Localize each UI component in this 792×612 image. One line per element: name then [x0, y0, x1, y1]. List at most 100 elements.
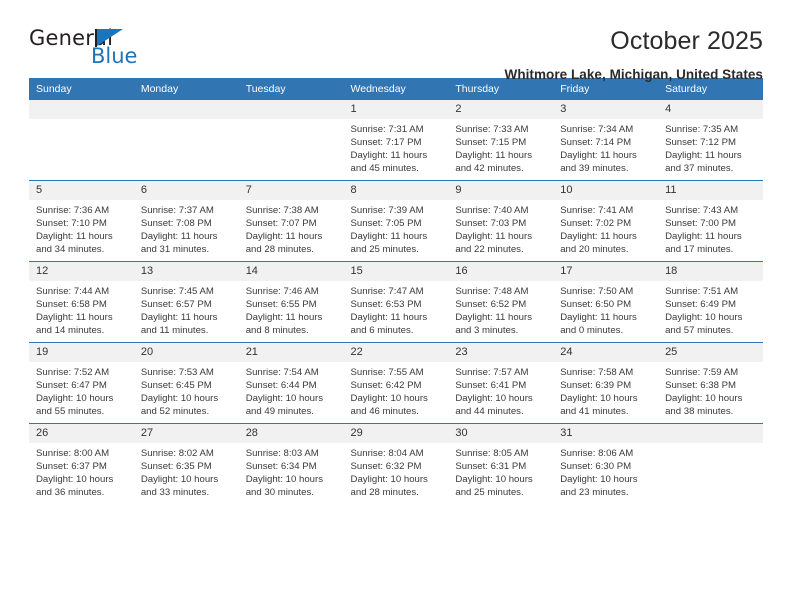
- day-number: 18: [658, 262, 763, 281]
- calendar-day-cell[interactable]: 24 Sunrise: 7:58 AM Sunset: 6:39 PM Dayligh…: [553, 342, 659, 424]
- day-details: Sunrise: 7:41 AM Sunset: 7:02 PM Daylight:…: [553, 200, 658, 256]
- sunrise-time: Sunrise: 8:04 AM: [350, 448, 424, 459]
- calendar-day-cell[interactable]: 18 Sunrise: 7:51 AM Sunset: 6:49 PM Dayligh…: [658, 261, 763, 343]
- calendar-day-cell[interactable]: 27 Sunrise: 8:02 AM Sunset: 6:35 PM Dayligh…: [133, 423, 239, 504]
- calendar-day-cell[interactable]: 22 Sunrise: 7:55 AM Sunset: 6:42 PM Dayligh…: [343, 342, 449, 424]
- sunset-time: Sunset: 6:53 PM: [350, 299, 422, 311]
- calendar-day-cell[interactable]: 14 Sunrise: 7:46 AM Sunset: 6:55 PM Dayligh…: [238, 261, 344, 343]
- calendar-day-cell[interactable]: 7 Sunrise: 7:38 AM Sunset: 7:07 PM Daylight…: [238, 180, 344, 262]
- sunrise-time: Sunrise: 7:47 AM: [350, 286, 424, 297]
- calendar-day-cell[interactable]: 6 Sunrise: 7:37 AM Sunset: 7:08 PM Daylight…: [133, 180, 239, 262]
- day-number: 19: [29, 343, 134, 362]
- day-number: 2: [448, 100, 554, 119]
- daylight-duration-line1: Daylight: 10 hours: [560, 393, 638, 405]
- day-number: 12: [29, 262, 134, 281]
- daylight-duration-line1: Daylight: 11 hours: [455, 312, 532, 324]
- day-number: [133, 100, 239, 119]
- sunrise-time: Sunrise: 7:59 AM: [665, 367, 739, 378]
- day-number: 21: [238, 343, 344, 362]
- day-details: Sunrise: 7:47 AM Sunset: 6:53 PM Daylight:…: [344, 281, 449, 337]
- calendar-body: 1 Sunrise: 7:31 AM Sunset: 7:17 PM Daylight…: [29, 100, 763, 504]
- day-details: Sunrise: 8:04 AM Sunset: 6:32 PM Daylight:…: [344, 443, 449, 499]
- day-number: 9: [448, 181, 554, 200]
- day-number: 20: [133, 343, 239, 362]
- calendar-day-cell[interactable]: 11 Sunrise: 7:43 AM Sunset: 7:00 PM Dayligh…: [658, 180, 763, 262]
- sunrise-time: Sunrise: 7:37 AM: [140, 205, 214, 216]
- calendar-day-cell[interactable]: 20 Sunrise: 7:53 AM Sunset: 6:45 PM Dayligh…: [133, 342, 239, 424]
- day-details: Sunrise: 7:53 AM Sunset: 6:45 PM Daylight:…: [134, 362, 239, 418]
- daylight-duration-line1: Daylight: 10 hours: [665, 393, 743, 405]
- daylight-duration-line1: Daylight: 10 hours: [350, 474, 428, 486]
- day-details: Sunrise: 7:48 AM Sunset: 6:52 PM Daylight:…: [448, 281, 553, 337]
- daylight-duration-line1: Daylight: 11 hours: [665, 150, 742, 162]
- daylight-duration-line1: Daylight: 11 hours: [140, 312, 218, 324]
- day-number: 11: [658, 181, 763, 200]
- calendar-day-cell[interactable]: 13 Sunrise: 7:45 AM Sunset: 6:57 PM Dayligh…: [133, 261, 239, 343]
- calendar-day-cell[interactable]: 16 Sunrise: 7:48 AM Sunset: 6:52 PM Dayligh…: [448, 261, 554, 343]
- daylight-duration-line2: and 25 minutes.: [350, 244, 419, 256]
- day-number: 15: [343, 262, 449, 281]
- calendar-day-cell[interactable]: 30 Sunrise: 8:05 AM Sunset: 6:31 PM Dayligh…: [448, 423, 554, 504]
- day-number: 8: [343, 181, 449, 200]
- calendar-day-cell[interactable]: 31 Sunrise: 8:06 AM Sunset: 6:30 PM Dayligh…: [553, 423, 659, 504]
- daylight-duration-line2: and 37 minutes.: [665, 163, 734, 175]
- calendar-day-cell[interactable]: 2 Sunrise: 7:33 AM Sunset: 7:15 PM Daylight…: [448, 100, 554, 181]
- page-title: October 2025: [610, 27, 763, 55]
- calendar-day-cell-empty: [133, 100, 239, 181]
- calendar-day-cell[interactable]: 21 Sunrise: 7:54 AM Sunset: 6:44 PM Dayligh…: [238, 342, 344, 424]
- daylight-duration-line1: Daylight: 10 hours: [560, 474, 638, 486]
- sunset-time: Sunset: 7:10 PM: [36, 218, 107, 230]
- day-number: 3: [553, 100, 659, 119]
- calendar-day-cell[interactable]: 17 Sunrise: 7:50 AM Sunset: 6:50 PM Dayligh…: [553, 261, 659, 343]
- sunset-time: Sunset: 6:34 PM: [245, 461, 317, 473]
- sunset-time: Sunset: 7:07 PM: [245, 218, 317, 230]
- daylight-duration-line2: and 14 minutes.: [36, 325, 105, 337]
- sunset-time: Sunset: 7:08 PM: [140, 218, 212, 230]
- sunset-time: Sunset: 7:03 PM: [455, 218, 527, 230]
- daylight-duration-line2: and 17 minutes.: [665, 244, 734, 256]
- calendar-day-cell[interactable]: 4 Sunrise: 7:35 AM Sunset: 7:12 PM Daylight…: [658, 100, 763, 181]
- calendar-day-cell[interactable]: 5 Sunrise: 7:36 AM Sunset: 7:10 PM Daylight…: [29, 180, 134, 262]
- calendar-day-cell[interactable]: 8 Sunrise: 7:39 AM Sunset: 7:05 PM Daylight…: [343, 180, 449, 262]
- sunrise-time: Sunrise: 7:48 AM: [455, 286, 529, 297]
- calendar-day-cell[interactable]: 1 Sunrise: 7:31 AM Sunset: 7:17 PM Daylight…: [343, 100, 449, 181]
- general-blue-logo[interactable]: General Blue: [29, 26, 149, 72]
- sunset-time: Sunset: 6:50 PM: [560, 299, 632, 311]
- calendar-day-cell[interactable]: 28 Sunrise: 8:03 AM Sunset: 6:34 PM Dayligh…: [238, 423, 344, 504]
- sunset-time: Sunset: 6:58 PM: [36, 299, 107, 311]
- day-number: 27: [133, 424, 239, 443]
- daylight-duration-line1: Daylight: 11 hours: [560, 231, 637, 243]
- sunrise-time: Sunrise: 8:02 AM: [140, 448, 214, 459]
- day-number: 22: [343, 343, 449, 362]
- sunrise-time: Sunrise: 7:58 AM: [560, 367, 634, 378]
- day-number: 1: [343, 100, 449, 119]
- day-details: Sunrise: 7:37 AM Sunset: 7:08 PM Daylight:…: [134, 200, 239, 256]
- calendar-day-cell[interactable]: 19 Sunrise: 7:52 AM Sunset: 6:47 PM Dayligh…: [29, 342, 134, 424]
- day-details: Sunrise: 7:35 AM Sunset: 7:12 PM Daylight:…: [658, 119, 763, 175]
- calendar-day-cell[interactable]: 25 Sunrise: 7:59 AM Sunset: 6:38 PM Dayligh…: [658, 342, 763, 424]
- weekday-header-tuesday: Tuesday: [238, 78, 344, 100]
- sunrise-time: Sunrise: 7:35 AM: [665, 124, 739, 135]
- daylight-duration-line2: and 28 minutes.: [245, 244, 314, 256]
- calendar-day-cell[interactable]: 9 Sunrise: 7:40 AM Sunset: 7:03 PM Daylight…: [448, 180, 554, 262]
- sunset-time: Sunset: 6:35 PM: [140, 461, 212, 473]
- calendar-day-cell[interactable]: 26 Sunrise: 8:00 AM Sunset: 6:37 PM Dayligh…: [29, 423, 134, 504]
- daylight-duration-line2: and 28 minutes.: [350, 487, 419, 499]
- daylight-duration-line2: and 23 minutes.: [560, 487, 629, 499]
- daylight-duration-line1: Daylight: 11 hours: [350, 231, 428, 243]
- calendar-day-cell[interactable]: 29 Sunrise: 8:04 AM Sunset: 6:32 PM Dayligh…: [343, 423, 449, 504]
- calendar-day-cell[interactable]: 12 Sunrise: 7:44 AM Sunset: 6:58 PM Dayligh…: [29, 261, 134, 343]
- sunset-time: Sunset: 6:49 PM: [665, 299, 736, 311]
- calendar-day-cell[interactable]: 15 Sunrise: 7:47 AM Sunset: 6:53 PM Dayligh…: [343, 261, 449, 343]
- calendar-day-cell[interactable]: 23 Sunrise: 7:57 AM Sunset: 6:41 PM Dayligh…: [448, 342, 554, 424]
- day-number: 5: [29, 181, 134, 200]
- calendar-day-cell[interactable]: 10 Sunrise: 7:41 AM Sunset: 7:02 PM Dayligh…: [553, 180, 659, 262]
- calendar-day-cell-empty: [29, 100, 134, 181]
- daylight-duration-line1: Daylight: 11 hours: [140, 231, 218, 243]
- daylight-duration-line2: and 38 minutes.: [665, 406, 734, 418]
- sunset-time: Sunset: 6:31 PM: [455, 461, 527, 473]
- sunset-time: Sunset: 7:00 PM: [665, 218, 736, 230]
- location-subtitle: Whitmore Lake, Michigan, United States: [504, 67, 763, 82]
- calendar-day-cell[interactable]: 3 Sunrise: 7:34 AM Sunset: 7:14 PM Daylight…: [553, 100, 659, 181]
- daylight-duration-line1: Daylight: 11 hours: [350, 150, 428, 162]
